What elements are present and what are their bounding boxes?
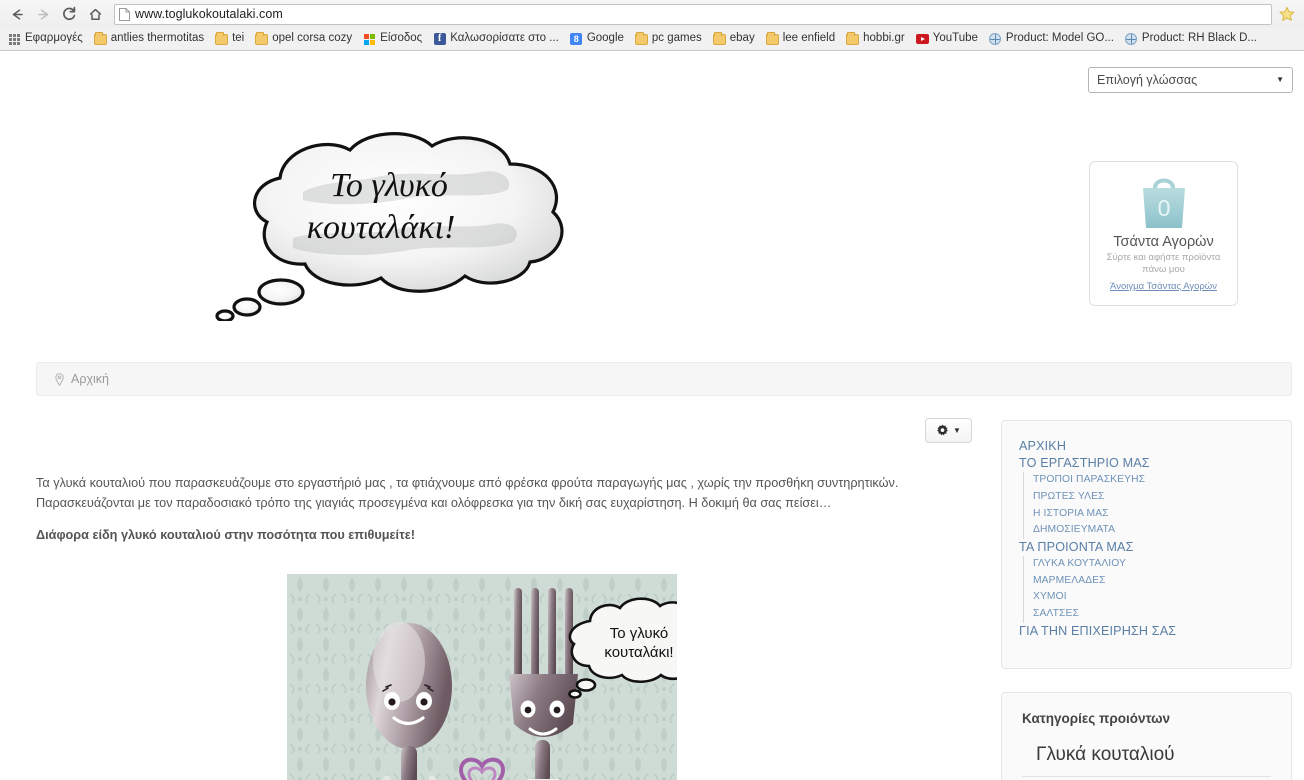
logo-line-1: Το γλυκό [330, 167, 448, 204]
address-bar[interactable]: www.toglukokoutalaki.com [114, 3, 1272, 25]
folder-icon [215, 31, 229, 46]
browser-chrome: www.toglukokoutalaki.com Εφαρμογές antli… [0, 0, 1304, 51]
nav-subitem-i-istoria-mas[interactable]: Η ΙΣΤΟΡΙΑ ΜΑΣ [1033, 506, 1291, 523]
bookmark-item[interactable]: tei [210, 29, 249, 49]
pin-icon [55, 372, 64, 386]
bookmark-item[interactable]: Product: RH Black D... [1120, 29, 1262, 49]
nav-subgroup-ergastirio: ΤΡΟΠΟΙ ΠΑΡΑΣΚΕΥΗΣ ΠΡΩΤΕΣ ΥΛΕΣ Η ΙΣΤΟΡΙΑ … [1023, 472, 1291, 539]
product-image[interactable]: Το γλυκό κουταλάκι! [287, 574, 677, 780]
nav-item-to-ergastirio-mas[interactable]: ΤΟ ΕΡΓΑΣΤΗΡΙΟ ΜΑΣ [1019, 455, 1291, 472]
bookmark-item[interactable]: ebay [708, 29, 760, 49]
nav-subitem-protes-yles[interactable]: ΠΡΩΤΕΣ ΥΛΕΣ [1033, 489, 1291, 506]
nav-subitem-tropoi-paraskevis[interactable]: ΤΡΟΠΟΙ ΠΑΡΑΣΚΕΥΗΣ [1033, 472, 1291, 489]
article-highlight: Διάφορα είδη γλυκό κουταλιού στην ποσότη… [36, 528, 415, 543]
folder-icon [634, 31, 648, 46]
category-item-glyka-koutaliou[interactable]: Γλυκά κουταλιού [1022, 740, 1271, 777]
language-select[interactable]: Επιλογή γλώσσας ▼ [1088, 67, 1293, 93]
bookmark-label: ebay [729, 32, 755, 45]
bookmark-item[interactable]: YouTube [911, 29, 983, 49]
nav-subitem-saltses[interactable]: ΣΑΛΤΣΕΣ [1033, 606, 1291, 623]
forward-arrow-icon[interactable] [30, 2, 56, 26]
logo-line-2: κουταλάκι! [307, 209, 456, 246]
folder-icon [712, 31, 726, 46]
page-document-icon [119, 7, 130, 21]
microsoft-icon [363, 33, 376, 46]
reload-icon[interactable] [56, 2, 82, 26]
bookmark-label: Product: Model GO... [1005, 32, 1114, 45]
bookmark-label: pc games [651, 32, 702, 45]
shopping-bag-icon: 0 [1142, 178, 1185, 228]
bookmark-label: Εφαρμογές [25, 32, 83, 45]
page-content: Επιλογή γλώσσας ▼ Το γλυκό κουταλάκι! 0 … [0, 51, 1304, 780]
bookmark-label: Product: RH Black D... [1141, 32, 1257, 45]
nav-item-gia-tin-epixeirisi-sas[interactable]: ΓΙΑ ΤΗΝ ΕΠΙΧΕΙΡΗΣΗ ΣΑΣ [1019, 623, 1291, 640]
site-logo[interactable]: Το γλυκό κουταλάκι! [185, 126, 590, 321]
site-navigation-panel: ΑΡΧΙΚΗ ΤΟ ΕΡΓΑΣΤΗΡΙΟ ΜΑΣ ΤΡΟΠΟΙ ΠΑΡΑΣΚΕΥ… [1001, 420, 1292, 669]
breadcrumb-item-home[interactable]: Αρχική [71, 372, 109, 386]
cart-title: Τσάντα Αγορών [1113, 234, 1214, 250]
bookmark-label: hobbi.gr [863, 32, 905, 45]
bookmark-label: tei [232, 32, 245, 45]
gear-icon [937, 424, 948, 436]
nav-item-ta-proionta-mas[interactable]: ΤΑ ΠΡΟΙΟΝΤΑ ΜΑΣ [1019, 539, 1291, 556]
bookmark-label: Google [586, 32, 624, 45]
cart-count: 0 [1157, 195, 1170, 221]
globe-icon [1125, 33, 1138, 46]
bookmark-item[interactable]: pc games [630, 29, 707, 49]
breadcrumb: Αρχική [36, 362, 1292, 396]
chevron-down-icon: ▼ [953, 425, 961, 435]
folder-icon [255, 31, 269, 46]
article-body: Τα γλυκά κουταλιού που παρασκευάζουμε στ… [36, 473, 986, 545]
bookmark-label: Καλωσορίσατε στο ... [450, 32, 559, 45]
categories-title: Κατηγορίες προιόντων [1022, 711, 1171, 726]
bookmark-label: opel corsa cozy [272, 32, 353, 45]
bookmark-star-icon[interactable] [1276, 2, 1298, 26]
bookmark-item[interactable]: Product: Model GO... [984, 29, 1119, 49]
cart-subtitle: Σύρτε και αφήστε προϊόντα πάνω μου [1106, 252, 1221, 275]
nav-subitem-glyka-koutaliou[interactable]: ΓΛΥΚΑ ΚΟΥΤΑΛΙΟΥ [1033, 556, 1291, 573]
product-categories-panel: Κατηγορίες προιόντων Γλυκά κουταλιού Φρο… [1001, 692, 1292, 780]
nav-subitem-chymoi[interactable]: ΧΥΜΟΙ [1033, 589, 1291, 606]
open-cart-link[interactable]: Άνοιγμα Τσάντας Αγορών [1110, 281, 1217, 292]
bookmark-label: lee enfield [782, 32, 836, 45]
facebook-icon: f [433, 33, 446, 46]
folder-icon [93, 31, 107, 46]
bookmark-item[interactable]: Εφαρμογές [3, 29, 88, 49]
home-icon[interactable] [82, 2, 108, 26]
chevron-down-icon: ▼ [1276, 75, 1284, 84]
bookmark-item[interactable]: opel corsa cozy [250, 29, 357, 49]
bookmark-item[interactable]: hobbi.gr [841, 29, 910, 49]
bookmark-item[interactable]: 8 Google [565, 29, 629, 49]
folder-icon [846, 31, 860, 46]
google-icon: 8 [570, 33, 583, 46]
bookmark-item[interactable]: lee enfield [761, 29, 840, 49]
browser-toolbar: www.toglukokoutalaki.com [0, 0, 1304, 28]
bookmark-label: antlies thermotitas [110, 32, 205, 45]
bookmark-label: YouTube [932, 32, 978, 45]
folder-icon [765, 31, 779, 46]
nav-subgroup-proionta: ΓΛΥΚΑ ΚΟΥΤΑΛΙΟΥ ΜΑΡΜΕΛΑΔΕΣ ΧΥΜΟΙ ΣΑΛΤΣΕΣ [1023, 556, 1291, 623]
apps-grid-icon [8, 33, 21, 46]
shopping-cart-widget[interactable]: 0 Τσάντα Αγορών Σύρτε και αφήστε προϊόντ… [1089, 161, 1238, 306]
nav-item-arxiki[interactable]: ΑΡΧΙΚΗ [1019, 438, 1291, 455]
bookmark-item[interactable]: antlies thermotitas [89, 29, 209, 49]
article-lead-paragraph: Τα γλυκά κουταλιού που παρασκευάζουμε στ… [36, 476, 899, 511]
youtube-icon [915, 33, 929, 46]
bookmark-label: Είσοδος [380, 32, 423, 45]
settings-dropdown-button[interactable]: ▼ [925, 418, 972, 443]
language-select-value: Επιλογή γλώσσας [1097, 73, 1198, 87]
bookmark-item[interactable]: Είσοδος [358, 29, 427, 49]
back-arrow-icon[interactable] [4, 2, 30, 26]
nav-subitem-dimosievmata[interactable]: ΔΗΜΟΣΙΕΥΜΑΤΑ [1033, 522, 1291, 539]
address-bar-url: www.toglukokoutalaki.com [135, 7, 283, 21]
bookmarks-bar: Εφαρμογές antlies thermotitas tei opel c… [0, 28, 1304, 50]
globe-icon [989, 33, 1002, 46]
bookmark-item[interactable]: f Καλωσορίσατε στο ... [428, 29, 564, 49]
nav-subitem-marmelades[interactable]: ΜΑΡΜΕΛΑΔΕΣ [1033, 573, 1291, 590]
bubble-line-1: Το γλυκό [610, 625, 669, 642]
bubble-line-2: κουταλάκι! [604, 644, 673, 661]
